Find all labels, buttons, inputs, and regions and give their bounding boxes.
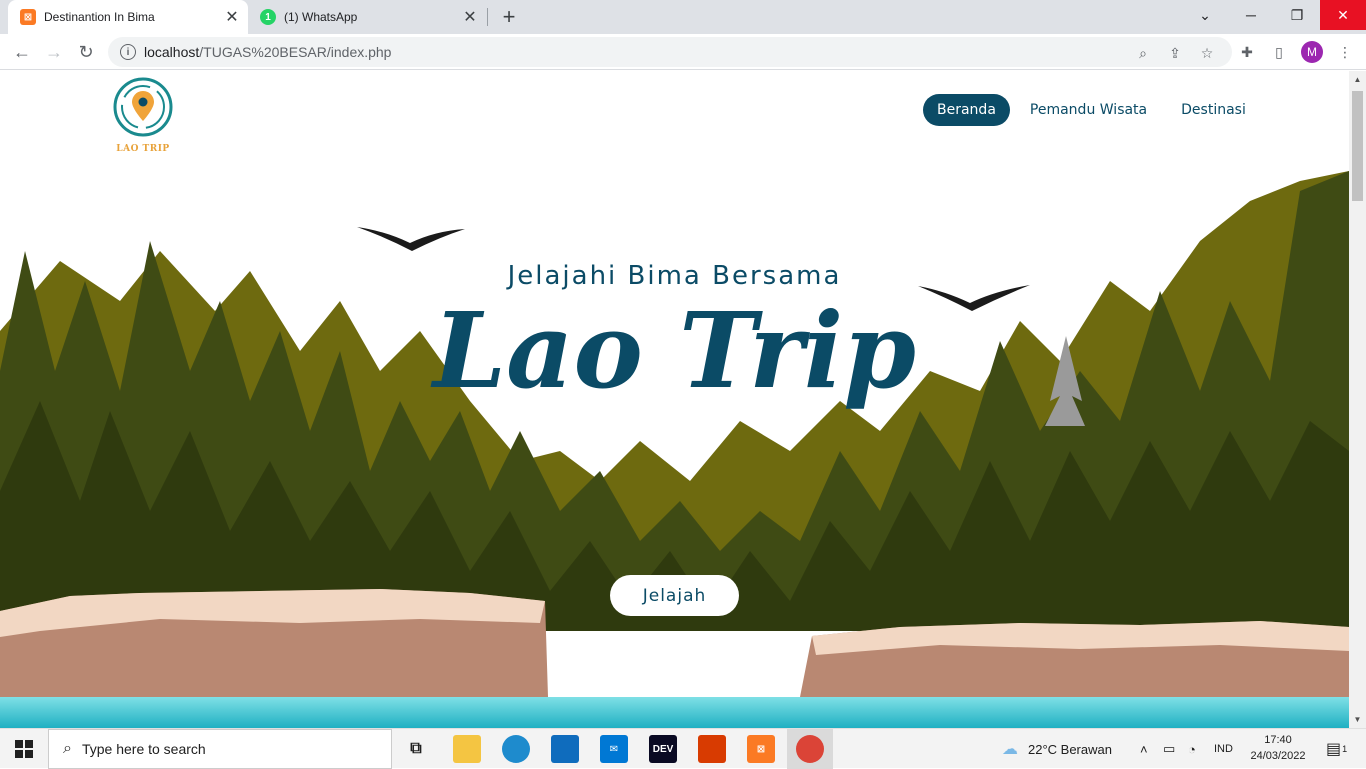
weather-text: 22°C Berawan [1028,741,1112,757]
wifi-icon[interactable]: ◔ [1188,729,1196,769]
back-button[interactable]: ← [8,38,36,66]
tab-separator [487,8,488,26]
xampp-favicon-icon: ⊠ [20,9,36,25]
hero-title: Lao Trip [433,289,916,412]
profile-avatar[interactable]: M [1301,41,1323,63]
file-explorer-icon[interactable] [453,735,481,763]
new-tab-button[interactable]: + [497,4,521,29]
scrollbar-thumb[interactable] [1352,91,1363,201]
page-scrollbar[interactable]: ▲ ▼ [1349,71,1366,728]
main-nav: Beranda Pemandu Wisata Destinasi [923,94,1260,126]
tab-title: Destinantion In Bima [44,10,155,24]
edge-icon[interactable] [502,735,530,763]
minimize-button[interactable]: ─ [1228,0,1274,30]
site-logo[interactable]: LAO TRIP [112,77,174,154]
close-window-button[interactable]: ✕ [1320,0,1366,30]
windows-logo-icon [15,740,33,758]
compass-pin-logo-icon [113,77,173,137]
tab-title: (1) WhatsApp [284,10,358,24]
restore-button[interactable]: ❐ [1274,0,1320,30]
clock-date: 24/03/2022 [1250,750,1306,762]
windows-taskbar: ⌕ Type here to search ⧉ ✉ DEV ⊠ ☁ 22°C B… [0,728,1366,769]
taskbar-search-box[interactable]: ⌕ Type here to search [48,729,392,769]
notifications-icon[interactable]: ▤ 1 [1326,729,1347,769]
battery-icon[interactable]: ▭ [1163,729,1175,769]
nav-pemandu-wisata[interactable]: Pemandu Wisata [1016,94,1161,126]
browser-toolbar: ← → ↻ i localhost/TUGAS%20BESAR/index.ph… [0,34,1366,70]
clock-time: 17:40 [1264,734,1292,746]
tab-search-icon[interactable]: ⌄ [1182,0,1228,30]
zoom-icon[interactable]: ⌕ [1134,44,1152,62]
scroll-down-icon[interactable]: ▼ [1349,711,1366,728]
forward-button[interactable]: → [40,38,68,66]
logo-text: LAO TRIP [116,144,170,154]
tab-strip: ⊠ Destinantion In Bima ✕ 1 (1) WhatsApp … [0,0,1366,34]
dev-icon[interactable]: DEV [649,735,677,763]
whatsapp-favicon-icon: 1 [260,9,276,25]
notification-count: 1 [1342,744,1348,754]
site-info-icon[interactable]: i [120,44,136,60]
extensions-icon[interactable]: ✚ [1238,43,1256,61]
task-view-icon[interactable]: ⧉ [402,735,430,763]
bookmark-star-icon[interactable]: ☆ [1198,44,1216,62]
store-icon[interactable] [551,735,579,763]
search-icon: ⌕ [63,740,72,757]
address-bar[interactable]: i localhost/TUGAS%20BESAR/index.php ⌕ ⇪ … [108,37,1232,67]
search-placeholder: Type here to search [81,741,206,757]
scroll-up-icon[interactable]: ▲ [1349,71,1366,88]
side-panel-icon[interactable]: ▯ [1270,43,1288,61]
tray-overflow-icon[interactable]: ˄ [1140,729,1148,769]
tab-whatsapp[interactable]: 1 (1) WhatsApp ✕ [250,0,486,34]
jelajah-button[interactable]: Jelajah [610,575,739,616]
cloud-sun-icon: ☁ [1002,741,1018,758]
clock[interactable]: 17:40 24/03/2022 [1240,732,1316,764]
reload-button[interactable]: ↻ [72,38,100,66]
office-icon[interactable] [698,735,726,763]
mail-icon[interactable]: ✉ [600,735,628,763]
hero-subtitle: Jelajahi Bima Bersama [507,261,842,291]
chrome-icon[interactable] [796,735,824,763]
menu-kebab-icon[interactable]: ⋮ [1336,43,1354,61]
nav-destinasi[interactable]: Destinasi [1167,94,1260,126]
tab-destination[interactable]: ⊠ Destinantion In Bima ✕ [8,0,248,34]
close-tab-icon[interactable]: ✕ [222,7,242,27]
weather-widget[interactable]: ☁ 22°C Berawan [1002,729,1112,769]
nav-beranda[interactable]: Beranda [923,94,1010,126]
url-text: localhost/TUGAS%20BESAR/index.php [144,44,392,60]
language-indicator[interactable]: IND [1214,729,1233,769]
windows-start-button[interactable] [0,729,48,769]
page-viewport: LAO TRIP Beranda Pemandu Wisata Destinas… [0,71,1349,728]
close-tab-icon[interactable]: ✕ [460,7,480,27]
xampp-icon[interactable]: ⊠ [747,735,775,763]
share-icon[interactable]: ⇪ [1166,44,1184,62]
